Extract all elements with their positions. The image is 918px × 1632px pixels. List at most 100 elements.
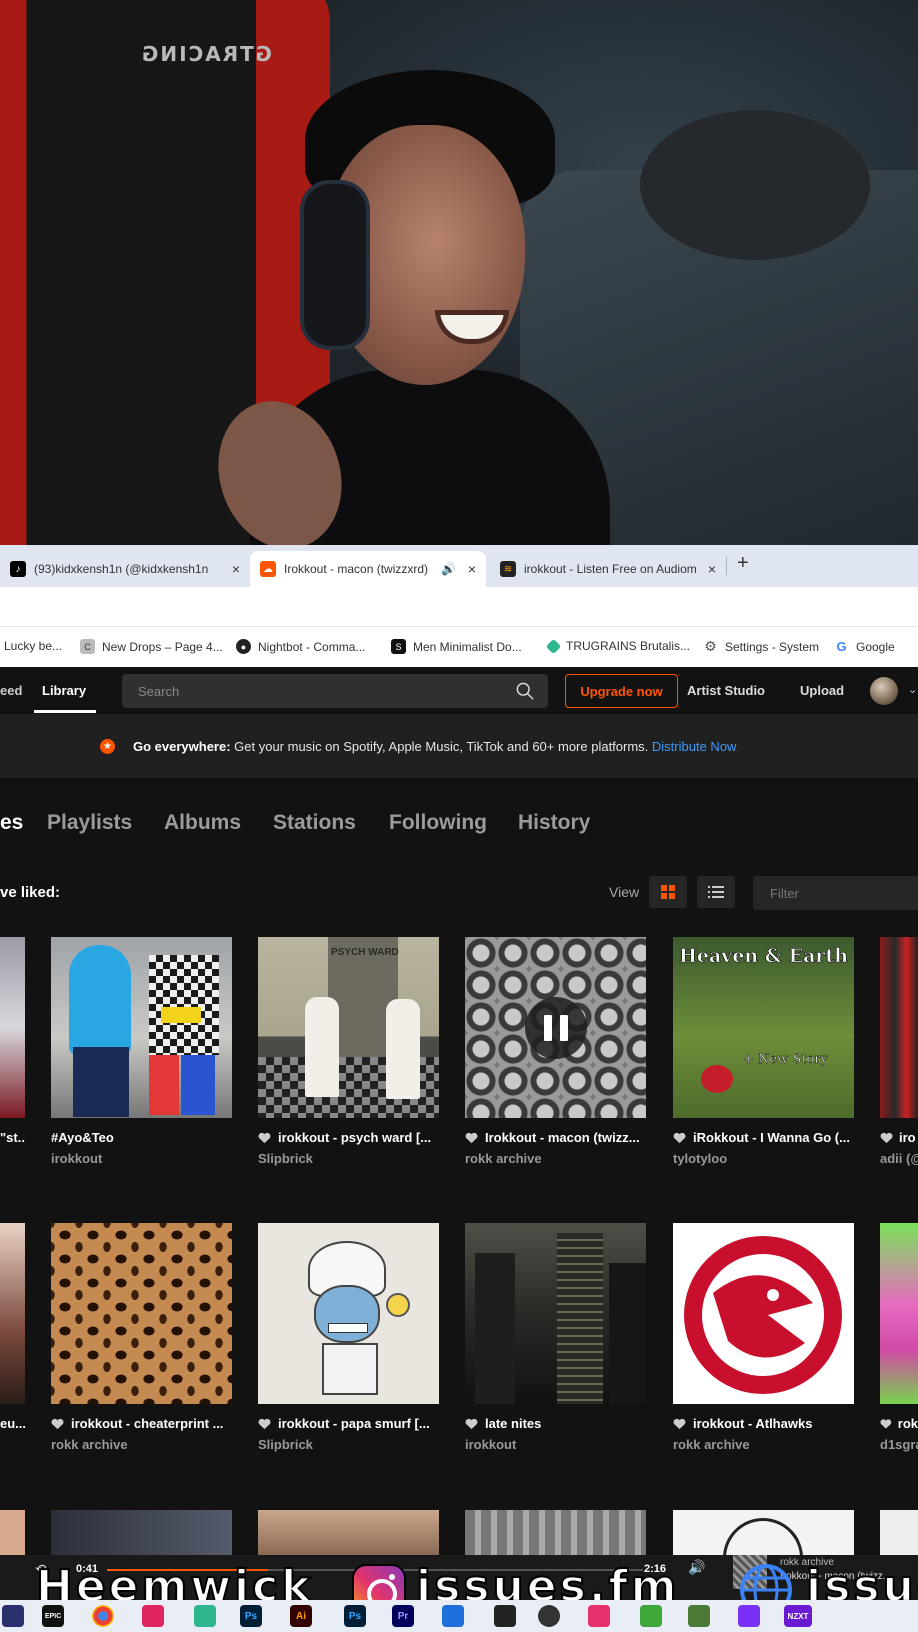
tile-artwork[interactable] [258,1510,439,1555]
chevron-down-icon[interactable]: ⌄ [908,683,917,696]
tile-artwork [673,1223,854,1404]
creative-cloud-icon[interactable] [142,1605,164,1627]
bookmark-lucky[interactable]: Lucky be... [4,639,62,653]
tab-albums[interactable]: Albums [164,811,241,835]
tile-partial-right[interactable]: rok d1sgra [880,1223,918,1463]
tile-psych-ward[interactable]: PSYCH WARD irokkout - psych ward [... Sl… [258,937,439,1166]
app-icon[interactable] [688,1605,710,1627]
tile-artist[interactable]: rokk archive [673,1437,854,1452]
tile-papa-smurf[interactable]: irokkout - papa smurf [... Slipbrick [258,1223,439,1452]
tile-artwork[interactable] [673,1510,854,1555]
close-icon[interactable]: × [468,561,476,577]
artwork-text: Heaven & Earth [678,945,849,968]
minecraft-icon[interactable] [640,1605,662,1627]
photoshop-icon[interactable]: Ps [344,1605,366,1627]
tab-label: Irokkout - macon (twizzxrd) [284,562,429,576]
tile-artwork[interactable] [51,1510,232,1555]
tile-artist[interactable]: Slipbrick [258,1437,439,1452]
tab-audiomack[interactable]: ≋ irokkout - Listen Free on Audiomack × [490,551,726,587]
tiktok-app-icon[interactable] [588,1605,610,1627]
new-tab-button[interactable]: + [737,552,749,575]
tile-artwork[interactable] [465,1510,646,1555]
artist-studio-link[interactable]: Artist Studio [687,683,765,698]
tile-artwork [51,937,232,1118]
tile-artwork[interactable] [0,1510,25,1555]
bookmark-men-minimalist[interactable]: S Men Minimalist Do... [391,639,522,654]
bookmark-google[interactable]: G Google [834,639,894,654]
tile-partial-left[interactable]: eu... [0,1223,25,1463]
tile-artist[interactable]: Slipbrick [258,1151,439,1166]
soundcloud-header: eed Library Upgrade now Artist Studio Up… [0,667,918,714]
distribution-banner: ★ Go everywhere: Get your music on Spoti… [0,714,918,778]
tile-artist[interactable]: irokkout [465,1437,646,1452]
tile-artist[interactable]: adii (@ [880,1151,918,1166]
epic-games-icon[interactable]: EPIC [42,1605,64,1627]
tile-title: irokkout - papa smurf [... [258,1416,439,1431]
address-bar[interactable] [0,587,918,627]
illustrator-icon[interactable]: Ai [290,1605,312,1627]
bookmark-trugrains[interactable]: TRUGRAINS Brutalis... [545,638,690,654]
nav-library[interactable]: Library [42,683,86,698]
tile-late-nites[interactable]: late nites irokkout [465,1223,646,1452]
volume-icon[interactable]: 🔊 [688,1559,705,1576]
tab-soundcloud[interactable]: ☁ Irokkout - macon (twizzxrd) 🔊 × [250,551,486,587]
avatar[interactable] [870,677,898,705]
premiere-icon[interactable]: Pr [392,1605,414,1627]
bookmark-nightbot[interactable]: ● Nightbot - Comma... [236,639,365,654]
tile-artwork [465,937,646,1118]
tile-title: irokkout - psych ward [... [258,1130,439,1145]
tile-artwork[interactable] [880,1510,918,1555]
bookmark-settings[interactable]: ⚙ Settings - System [703,638,819,654]
tile-artist[interactable]: rokk archive [465,1151,646,1166]
artwork-subtext: + New Story [743,1052,828,1067]
chrome-icon[interactable] [92,1605,114,1627]
tile-artist[interactable]: d1sgra [880,1437,918,1452]
app-icon[interactable] [2,1605,24,1627]
upload-link[interactable]: Upload [800,683,844,698]
app-icon[interactable] [738,1605,760,1627]
tab-stations[interactable]: Stations [273,811,356,835]
upgrade-now-button[interactable]: Upgrade now [565,674,678,708]
app-icon[interactable] [442,1605,464,1627]
tab-following[interactable]: Following [389,811,487,835]
tile-artist[interactable]: tylotyloo [673,1151,854,1166]
search-icon[interactable] [516,682,534,700]
tab-history[interactable]: History [518,811,590,835]
filter-input[interactable] [753,876,918,910]
search-input[interactable] [122,674,502,708]
list-view-button[interactable] [697,876,735,908]
app-icon[interactable] [538,1605,560,1627]
tile-cheaterprint[interactable]: irokkout - cheaterprint ... rokk archive [51,1223,232,1452]
photoshop-icon[interactable]: Ps [240,1605,262,1627]
bookmark-new-drops[interactable]: C New Drops – Page 4... [80,639,223,654]
c-icon: C [80,639,95,654]
bookmark-label: Nightbot - Comma... [258,639,366,654]
tile-artist[interactable]: rokk archive [51,1437,232,1452]
tab-tiktok[interactable]: ♪ (93)kidxkensh1n (@kidxkensh1n × [0,551,250,587]
app-icon[interactable] [194,1605,216,1627]
nzxt-icon[interactable]: NZXT [784,1605,812,1627]
tile-ayo-teo[interactable]: #Ayo&Teo irokkout [51,937,232,1166]
tile-macon[interactable]: Irokkout - macon (twizz... rokk archive [465,937,646,1166]
tab-playlists[interactable]: Playlists [47,811,132,835]
distribute-now-link[interactable]: Distribute Now [652,739,737,754]
pause-button[interactable] [525,997,587,1059]
section-heading: ve liked: [0,884,61,901]
tile-partial-left[interactable]: "st... [0,937,25,1177]
app-icon[interactable] [494,1605,516,1627]
close-icon[interactable]: × [232,561,240,577]
tile-atlhawks[interactable]: irokkout - Atlhawks rokk archive [673,1223,854,1452]
tile-partial-right[interactable]: iro adii (@ [880,937,918,1177]
nav-feed[interactable]: eed [0,683,22,698]
grid-view-button[interactable] [649,876,687,908]
tile-title: iRokkout - I Wanna Go (... [673,1130,854,1145]
tile-title: #Ayo&Teo [51,1130,114,1145]
browser-tab-strip: ♪ (93)kidxkensh1n (@kidxkensh1n × ☁ Irok… [0,545,918,587]
close-icon[interactable]: × [708,561,716,577]
tile-i-wanna-go[interactable]: Heaven & Earth + New Story iRokkout - I … [673,937,854,1166]
tile-artist[interactable]: irokkout [51,1151,232,1166]
tab-likes[interactable]: es [0,811,23,835]
bookmark-label: Lucky be... [4,639,63,653]
speaker-icon[interactable]: 🔊 [441,562,456,576]
tile-artwork [258,1223,439,1404]
